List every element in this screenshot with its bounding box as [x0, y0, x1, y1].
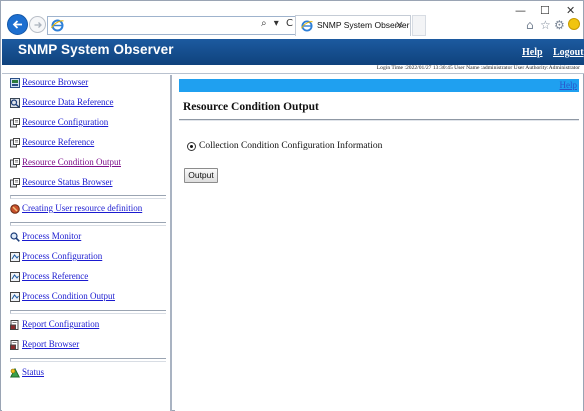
- session-info-bar: Login Time :2022/01/27 13:30:45 User Nam…: [2, 65, 584, 74]
- app-header: SNMP System Observer Help Logout: [2, 39, 584, 65]
- ie-logo-icon: [301, 20, 313, 32]
- report-config-icon: [10, 320, 19, 330]
- sidebar-item-label: Process Condition Output: [22, 291, 116, 301]
- sidebar-item-label: Resource Browser: [22, 77, 89, 87]
- logout-link[interactable]: Logout: [553, 47, 584, 58]
- session-info: Login Time :2022/01/27 13:30:45 User Nam…: [376, 65, 580, 71]
- sidebar-item-label: Report Configuration: [22, 319, 100, 329]
- content-help-link[interactable]: Help: [560, 80, 578, 90]
- title-divider: [179, 119, 579, 121]
- resource-config-icon: [10, 118, 20, 128]
- browser-tab[interactable]: SNMP System Observer ×: [295, 15, 411, 36]
- status-icon: [10, 368, 20, 378]
- new-tab-button[interactable]: [412, 15, 426, 36]
- report-browser-icon: [10, 340, 19, 350]
- process-condition-icon: [10, 292, 20, 302]
- address-tools-icon[interactable]: ⌕ ▾ C: [261, 18, 295, 29]
- resource-reference-icon: [10, 138, 20, 148]
- sidebar-divider: [10, 222, 166, 226]
- output-button[interactable]: Output: [184, 168, 218, 183]
- browser-chrome: ⌕ ▾ C SNMP System Observer × — ☐ ✕ ⌂ ☆ ⚙: [1, 1, 583, 39]
- sidebar-item-label: Resource Condition Output: [22, 157, 121, 167]
- process-config-icon: [10, 252, 20, 262]
- resource-condition-icon: [10, 158, 20, 168]
- sidebar-divider: [10, 195, 166, 199]
- sidebar-item-label: Resource Data Reference: [22, 97, 114, 107]
- page-title: Resource Condition Output: [183, 101, 319, 113]
- sidebar-item-label: Resource Configuration: [22, 117, 109, 127]
- main-content: Help Resource Condition Output Collectio…: [175, 75, 583, 411]
- user-resource-icon: [10, 204, 20, 214]
- sidebar-item-label: Resource Status Browser: [22, 177, 113, 187]
- feedback-smiley-icon[interactable]: [568, 18, 580, 30]
- sidebar-divider: [10, 358, 166, 362]
- app-title: SNMP System Observer: [18, 42, 174, 57]
- close-window-icon[interactable]: ✕: [566, 4, 575, 17]
- forward-arrow-icon[interactable]: [29, 16, 46, 33]
- sidebar-divider: [10, 310, 166, 314]
- home-icon[interactable]: ⌂: [526, 18, 534, 32]
- favorites-star-icon[interactable]: ☆: [540, 18, 551, 32]
- radio-label: Collection Condition Configuration Infor…: [199, 141, 383, 151]
- maximize-icon[interactable]: ☐: [540, 4, 550, 17]
- settings-gear-icon[interactable]: ⚙: [554, 18, 565, 32]
- sidebar-item-label: Resource Reference: [22, 137, 95, 147]
- back-arrow-icon[interactable]: [7, 14, 28, 35]
- sidebar-item-label: Report Browser: [22, 339, 80, 349]
- help-strip: Help: [179, 79, 579, 92]
- minimize-icon[interactable]: —: [515, 4, 526, 17]
- radio-button-selected[interactable]: [187, 142, 196, 151]
- browser-window: ⌕ ▾ C SNMP System Observer × — ☐ ✕ ⌂ ☆ ⚙…: [0, 0, 584, 411]
- tab-close-icon[interactable]: ×: [395, 18, 404, 31]
- resource-status-icon: [10, 178, 20, 188]
- sidebar-nav: Resource Browser Resource Data Reference…: [2, 75, 172, 411]
- header-help-link[interactable]: Help: [522, 47, 543, 58]
- process-reference-icon: [10, 272, 20, 282]
- address-bar[interactable]: ⌕ ▾ C: [47, 16, 299, 35]
- resource-browser-icon: [10, 78, 20, 88]
- process-monitor-icon: [10, 232, 20, 242]
- sidebar-item-label: Status: [22, 367, 45, 377]
- sidebar-item-label: Process Configuration: [22, 251, 103, 261]
- sidebar-item-label: Creating User resource definition: [22, 203, 143, 213]
- sidebar-item-label: Process Reference: [22, 271, 89, 281]
- sidebar-item-label: Process Monitor: [22, 231, 82, 241]
- resource-data-icon: [10, 98, 20, 108]
- ie-logo-icon: [51, 19, 64, 32]
